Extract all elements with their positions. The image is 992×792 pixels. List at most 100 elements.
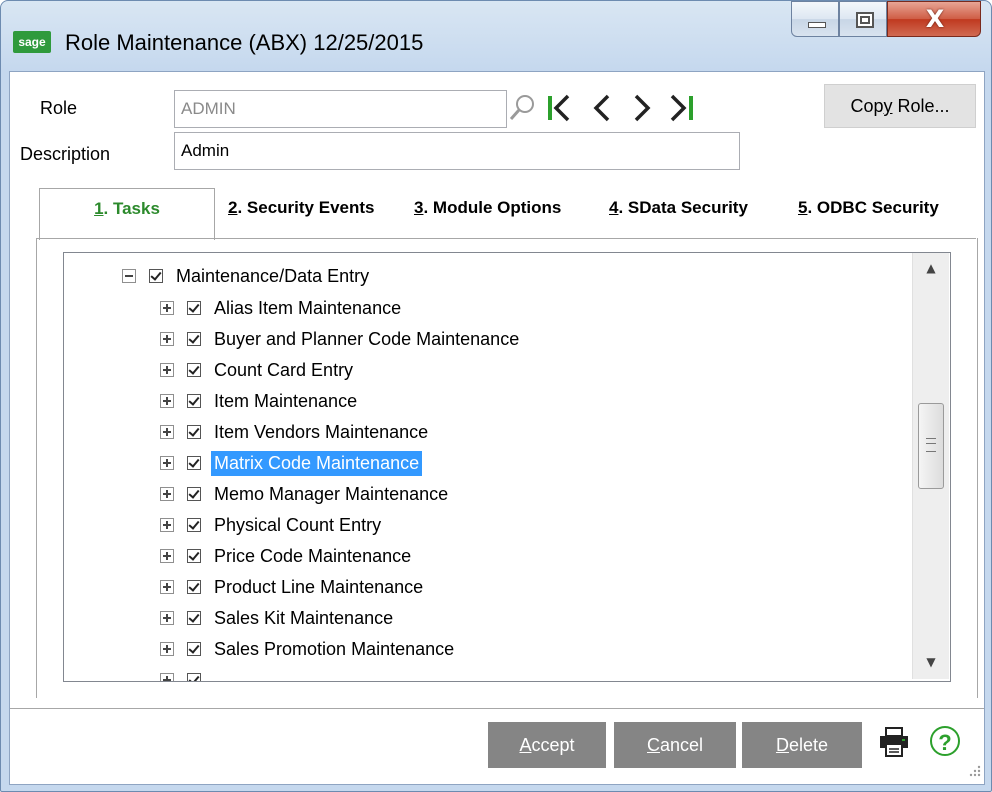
checkbox[interactable]	[187, 487, 201, 501]
expand-icon[interactable]	[160, 518, 174, 532]
first-record-icon	[548, 94, 570, 122]
tab-odbc-security[interactable]: 5. ODBC Security	[798, 198, 939, 218]
checkbox[interactable]	[149, 269, 163, 283]
tree-item-label: Sales Kit Maintenance	[214, 607, 394, 628]
expand-icon[interactable]	[160, 394, 174, 408]
tree-item-label: Physical Count Entry	[214, 514, 382, 535]
tab-module-options-label: . Module Options	[423, 198, 562, 217]
delete-label: elete	[788, 735, 829, 755]
copy-role-label-a: Cop	[850, 96, 884, 116]
expand-icon[interactable]	[160, 549, 174, 563]
delete-button[interactable]: Delete	[742, 722, 862, 768]
grip-icon	[926, 438, 936, 452]
task-tree[interactable]: Maintenance/Data Entry Alias Item Mainte…	[63, 252, 951, 682]
tree-item-label: Matrix Code Maintenance	[211, 450, 423, 476]
checkbox[interactable]	[187, 518, 201, 532]
tree-item-partial[interactable]	[160, 665, 211, 681]
checkbox[interactable]	[187, 673, 201, 681]
checkbox[interactable]	[187, 456, 201, 470]
tree-item[interactable]: Sales Promotion Maintenance	[160, 634, 457, 664]
next-record-icon	[634, 94, 651, 122]
tree-item-label: Product Line Maintenance	[214, 576, 424, 597]
tree-item[interactable]: Memo Manager Maintenance	[160, 479, 451, 509]
tree-item-selected[interactable]: Matrix Code Maintenance	[160, 448, 423, 478]
accept-label: ccept	[531, 735, 575, 755]
role-field[interactable]: ADMIN	[174, 90, 507, 128]
scroll-up-icon[interactable]: ▲	[913, 253, 949, 283]
tab-security-events-label: . Security Events	[237, 198, 375, 217]
checkbox[interactable]	[187, 549, 201, 563]
printer-icon[interactable]	[878, 726, 910, 758]
expand-icon[interactable]	[160, 487, 174, 501]
accept-button[interactable]: Accept	[488, 722, 606, 768]
accept-hotkey: A	[519, 735, 532, 755]
copy-role-hotkey: y	[883, 96, 893, 116]
expand-icon[interactable]	[160, 363, 174, 377]
help-icon[interactable]: ?	[930, 726, 960, 756]
expand-icon[interactable]	[160, 580, 174, 594]
role-maintenance-window: sage Role Maintenance (ABX) 12/25/2015 X…	[0, 0, 992, 792]
cancel-hotkey: C	[646, 735, 660, 755]
checkbox[interactable]	[187, 580, 201, 594]
copy-role-button[interactable]: Copy Role...	[824, 84, 976, 128]
role-label: Role	[40, 98, 78, 118]
maximize-button[interactable]	[839, 1, 887, 37]
expand-icon[interactable]	[160, 301, 174, 315]
tree-item[interactable]: Price Code Maintenance	[160, 541, 414, 571]
tree-item-label: Price Code Maintenance	[214, 545, 412, 566]
footer-divider	[10, 708, 984, 709]
checkbox[interactable]	[187, 332, 201, 346]
scroll-down-icon[interactable]: ▼	[913, 647, 949, 677]
tree-item[interactable]: Buyer and Planner Code Maintenance	[160, 324, 522, 354]
checkbox[interactable]	[187, 363, 201, 377]
tree-item-label: Alias Item Maintenance	[214, 297, 402, 318]
tab-tasks[interactable]: 1. Tasks	[39, 188, 215, 240]
tree-item[interactable]: Sales Kit Maintenance	[160, 603, 396, 633]
expand-icon[interactable]	[160, 332, 174, 346]
tree-item-label: Memo Manager Maintenance	[214, 483, 449, 504]
expand-icon[interactable]	[160, 642, 174, 656]
tab-sdata-security[interactable]: 4. SData Security	[609, 198, 748, 218]
expand-icon[interactable]	[160, 673, 174, 681]
first-record-button[interactable]	[542, 88, 576, 128]
previous-record-button[interactable]	[586, 88, 620, 128]
next-record-button[interactable]	[624, 88, 658, 128]
last-record-button[interactable]	[664, 88, 698, 128]
expand-icon[interactable]	[160, 611, 174, 625]
tree-parent-row[interactable]: Maintenance/Data Entry	[122, 261, 372, 291]
tree-item[interactable]: Product Line Maintenance	[160, 572, 426, 602]
scrollbar-thumb[interactable]	[918, 403, 944, 489]
window-title: Role Maintenance (ABX) 12/25/2015	[65, 30, 424, 55]
tab-security-events[interactable]: 2. Security Events	[228, 198, 374, 218]
description-field[interactable]: Admin	[174, 132, 740, 170]
checkbox[interactable]	[187, 642, 201, 656]
search-icon[interactable]	[507, 92, 537, 124]
tree-item-label: Item Vendors Maintenance	[214, 421, 429, 442]
checkbox[interactable]	[187, 394, 201, 408]
expand-icon[interactable]	[160, 425, 174, 439]
tree-item[interactable]: Alias Item Maintenance	[160, 293, 404, 323]
sage-logo: sage	[13, 31, 51, 53]
dialog-body: Role ADMIN Copy Role... Description Admi…	[9, 71, 985, 785]
checkbox[interactable]	[187, 301, 201, 315]
title-bar[interactable]: sage Role Maintenance (ABX) 12/25/2015 X	[1, 1, 991, 71]
tab-module-options[interactable]: 3. Module Options	[414, 198, 561, 218]
tree-item-label: Sales Promotion Maintenance	[214, 638, 455, 659]
tree-item[interactable]: Count Card Entry	[160, 355, 356, 385]
checkbox[interactable]	[187, 425, 201, 439]
previous-record-icon	[593, 94, 610, 122]
close-button[interactable]: X	[887, 1, 981, 37]
vertical-scrollbar[interactable]: ▲ ▼	[912, 253, 949, 679]
expand-icon[interactable]	[160, 456, 174, 470]
checkbox[interactable]	[187, 611, 201, 625]
tree-item[interactable]: Item Vendors Maintenance	[160, 417, 431, 447]
tree-item[interactable]: Physical Count Entry	[160, 510, 384, 540]
cancel-button[interactable]: Cancel	[614, 722, 736, 768]
description-label: Description	[20, 144, 111, 164]
collapse-icon[interactable]	[122, 269, 136, 283]
last-record-icon	[670, 94, 693, 122]
tab-tasks-label: . Tasks	[103, 199, 160, 218]
minimize-button[interactable]	[791, 1, 839, 37]
tree-item[interactable]: Item Maintenance	[160, 386, 360, 416]
resize-grip-icon[interactable]	[966, 764, 982, 780]
